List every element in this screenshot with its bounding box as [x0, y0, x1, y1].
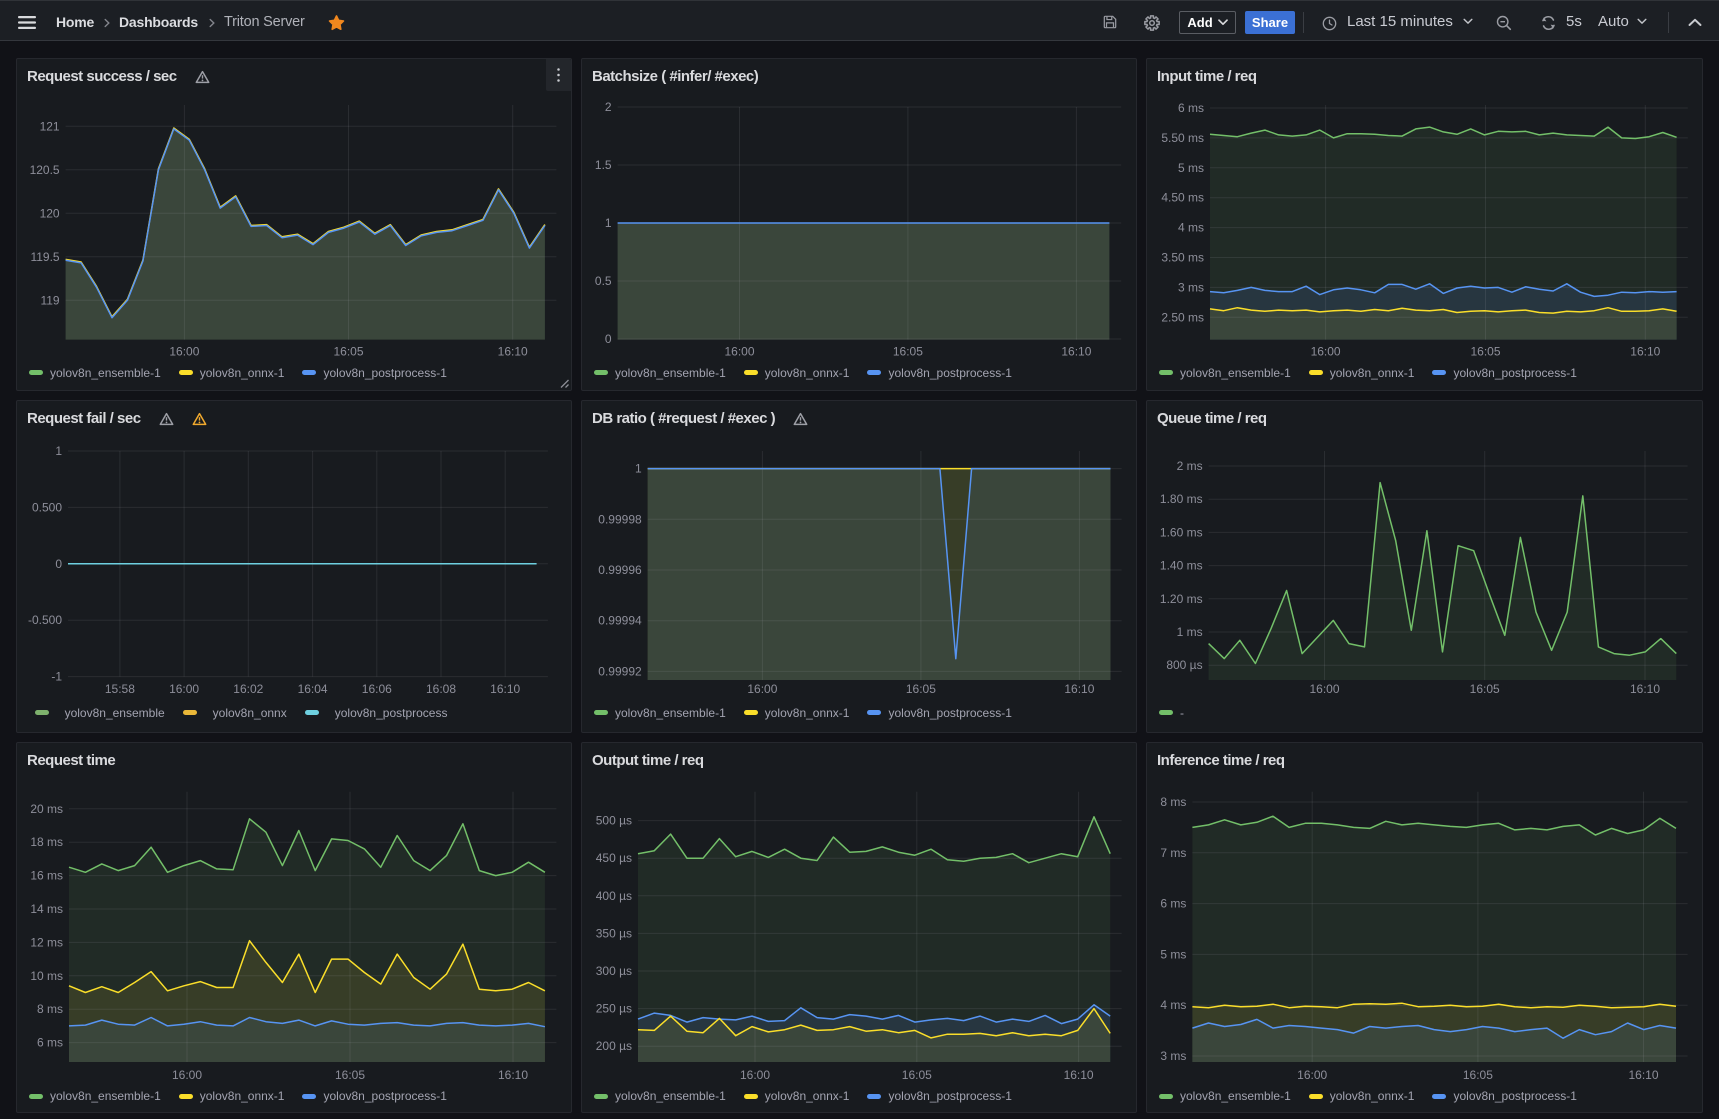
- svg-text:16:10: 16:10: [498, 344, 528, 358]
- svg-text:6 ms: 6 ms: [37, 1036, 63, 1050]
- svg-text:-1: -1: [51, 670, 62, 684]
- svg-text:16:10: 16:10: [1630, 682, 1660, 696]
- svg-text:5.50 ms: 5.50 ms: [1161, 131, 1204, 145]
- svg-text:200 µs: 200 µs: [596, 1039, 632, 1053]
- svg-text:16:10: 16:10: [1628, 1068, 1658, 1082]
- svg-text:450 µs: 450 µs: [596, 851, 632, 865]
- svg-text:3 ms: 3 ms: [1160, 1049, 1186, 1063]
- svg-text:800 µs: 800 µs: [1166, 658, 1202, 672]
- svg-text:1: 1: [55, 444, 62, 458]
- svg-text:1: 1: [635, 462, 642, 476]
- svg-text:5 ms: 5 ms: [1178, 161, 1204, 175]
- svg-text:16:05: 16:05: [893, 344, 923, 358]
- svg-text:300 µs: 300 µs: [596, 964, 632, 978]
- svg-text:2.50 ms: 2.50 ms: [1161, 310, 1204, 324]
- svg-text:1.80 ms: 1.80 ms: [1160, 492, 1203, 506]
- svg-text:16:10: 16:10: [490, 682, 520, 696]
- svg-text:1.60 ms: 1.60 ms: [1160, 525, 1203, 539]
- svg-text:400 µs: 400 µs: [596, 889, 632, 903]
- svg-text:16:00: 16:00: [1297, 1068, 1327, 1082]
- svg-text:1 ms: 1 ms: [1177, 625, 1203, 639]
- svg-text:4.50 ms: 4.50 ms: [1161, 191, 1204, 205]
- svg-text:16:00: 16:00: [169, 344, 199, 358]
- svg-text:5 ms: 5 ms: [1160, 947, 1186, 961]
- svg-text:16:05: 16:05: [902, 1068, 932, 1082]
- svg-text:8 ms: 8 ms: [1160, 795, 1186, 809]
- svg-text:4 ms: 4 ms: [1178, 221, 1204, 235]
- svg-text:119.5: 119.5: [30, 250, 59, 264]
- svg-text:15:58: 15:58: [105, 682, 135, 696]
- svg-text:0.99992: 0.99992: [598, 664, 642, 678]
- svg-text:0.99996: 0.99996: [598, 563, 642, 577]
- svg-text:16:10: 16:10: [498, 1068, 528, 1082]
- svg-text:119: 119: [40, 293, 59, 307]
- svg-text:0.500: 0.500: [32, 500, 62, 514]
- svg-text:0: 0: [55, 557, 62, 571]
- svg-text:16:05: 16:05: [1470, 344, 1500, 358]
- svg-text:120: 120: [40, 206, 60, 220]
- svg-text:16:05: 16:05: [335, 1068, 365, 1082]
- svg-text:8 ms: 8 ms: [37, 1002, 63, 1016]
- svg-text:10 ms: 10 ms: [30, 969, 63, 983]
- svg-text:16:02: 16:02: [233, 682, 263, 696]
- svg-text:1.20 ms: 1.20 ms: [1160, 592, 1203, 606]
- svg-text:16:08: 16:08: [426, 682, 456, 696]
- svg-text:350 µs: 350 µs: [596, 926, 632, 940]
- svg-text:121: 121: [40, 119, 60, 133]
- svg-text:4 ms: 4 ms: [1160, 998, 1186, 1012]
- svg-text:2: 2: [605, 100, 612, 114]
- svg-text:0.99994: 0.99994: [598, 614, 642, 628]
- svg-text:0: 0: [605, 332, 612, 346]
- svg-text:16:10: 16:10: [1630, 344, 1660, 358]
- svg-text:16:00: 16:00: [724, 344, 754, 358]
- svg-text:16:00: 16:00: [747, 682, 777, 696]
- svg-text:16:00: 16:00: [1309, 682, 1339, 696]
- svg-text:14 ms: 14 ms: [30, 902, 63, 916]
- svg-text:16:04: 16:04: [298, 682, 328, 696]
- svg-text:0.5: 0.5: [595, 274, 612, 288]
- svg-text:250 µs: 250 µs: [596, 1002, 632, 1016]
- svg-text:6 ms: 6 ms: [1160, 897, 1186, 911]
- svg-text:16:06: 16:06: [362, 682, 392, 696]
- svg-text:18 ms: 18 ms: [30, 835, 63, 849]
- svg-text:16 ms: 16 ms: [30, 869, 63, 883]
- svg-text:7 ms: 7 ms: [1160, 846, 1186, 860]
- svg-text:500 µs: 500 µs: [596, 814, 632, 828]
- svg-text:16:05: 16:05: [1470, 682, 1500, 696]
- svg-text:6 ms: 6 ms: [1178, 101, 1204, 115]
- svg-text:-0.500: -0.500: [28, 613, 62, 627]
- svg-text:3.50 ms: 3.50 ms: [1161, 251, 1204, 265]
- svg-text:16:00: 16:00: [169, 682, 199, 696]
- svg-text:16:10: 16:10: [1064, 682, 1094, 696]
- svg-text:2 ms: 2 ms: [1177, 459, 1203, 473]
- svg-text:0.99998: 0.99998: [598, 512, 642, 526]
- svg-text:16:00: 16:00: [172, 1068, 202, 1082]
- svg-text:120.5: 120.5: [30, 163, 60, 177]
- svg-text:16:10: 16:10: [1061, 344, 1091, 358]
- svg-text:20 ms: 20 ms: [30, 802, 63, 816]
- svg-text:16:00: 16:00: [740, 1068, 770, 1082]
- svg-text:16:05: 16:05: [333, 344, 363, 358]
- svg-text:12 ms: 12 ms: [30, 935, 63, 949]
- svg-text:16:05: 16:05: [1463, 1068, 1493, 1082]
- svg-text:16:00: 16:00: [1311, 344, 1341, 358]
- svg-text:1: 1: [605, 216, 612, 230]
- svg-text:1.40 ms: 1.40 ms: [1160, 559, 1203, 573]
- svg-text:16:10: 16:10: [1064, 1068, 1094, 1082]
- svg-text:3 ms: 3 ms: [1178, 280, 1204, 294]
- svg-text:1.5: 1.5: [595, 158, 612, 172]
- svg-text:16:05: 16:05: [906, 682, 936, 696]
